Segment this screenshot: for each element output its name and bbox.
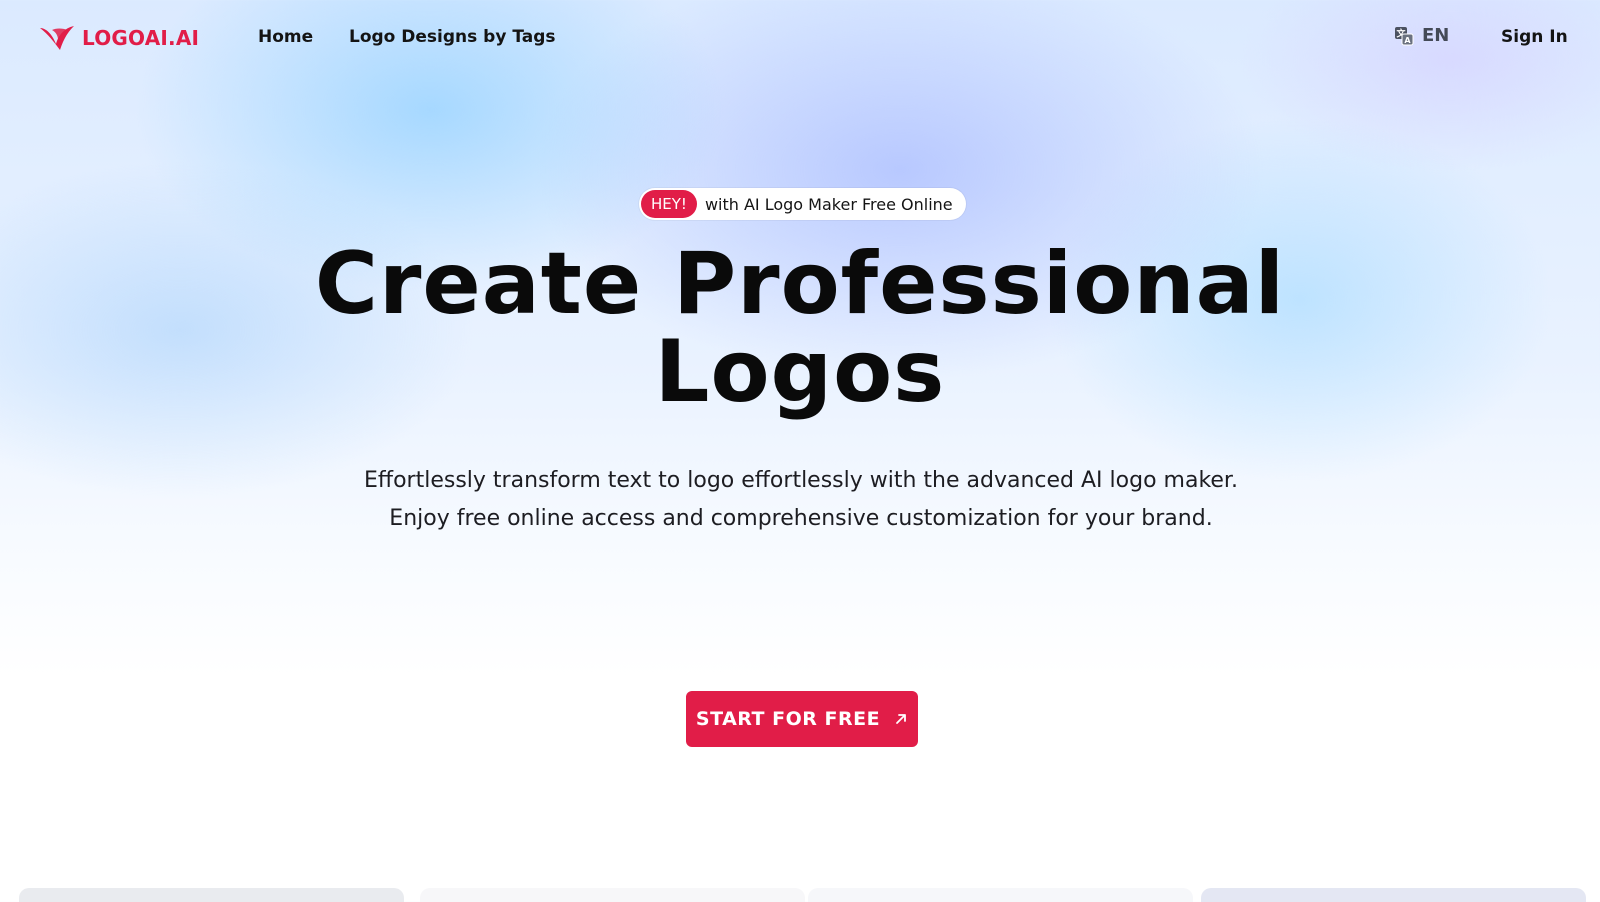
hero-title-line2: Logos	[654, 322, 946, 422]
arrow-up-right-icon	[896, 714, 906, 724]
preview-card[interactable]	[19, 888, 404, 902]
announcement-pill: HEY! with AI Logo Maker Free Online	[639, 188, 966, 220]
sign-in-link[interactable]: Sign In	[1501, 27, 1568, 47]
preview-card[interactable]	[1201, 888, 1586, 902]
nav-logo-tags-link[interactable]: Logo Designs by Tags	[349, 27, 556, 47]
start-for-free-label: START FOR FREE	[695, 708, 881, 730]
hero-title: Create Professional Logos	[300, 240, 1300, 416]
hero-title-line1: Create Professional	[314, 234, 1286, 334]
language-selector[interactable]: 文 A EN	[1394, 25, 1449, 46]
site-header: LOGOAI.AI Home Logo Designs by Tags 文 A …	[0, 0, 1600, 76]
announcement-text: with AI Logo Maker Free Online	[704, 194, 953, 214]
brand-logo[interactable]: LOGOAI.AI	[38, 22, 199, 54]
brand-name: LOGOAI.AI	[82, 26, 200, 50]
preview-card[interactable]	[808, 888, 1193, 902]
translate-icon: 文 A	[1395, 26, 1414, 45]
hey-badge: HEY!	[641, 190, 697, 218]
language-label: EN	[1422, 25, 1450, 46]
preview-card[interactable]	[420, 888, 805, 902]
hero-subtitle: Effortlessly transform text to logo effo…	[364, 468, 1238, 531]
nav-home-link[interactable]: Home	[258, 27, 313, 47]
svg-text:A: A	[1404, 36, 1411, 45]
bird-logo-icon	[40, 26, 74, 50]
start-for-free-button[interactable]: START FOR FREE	[686, 691, 918, 747]
